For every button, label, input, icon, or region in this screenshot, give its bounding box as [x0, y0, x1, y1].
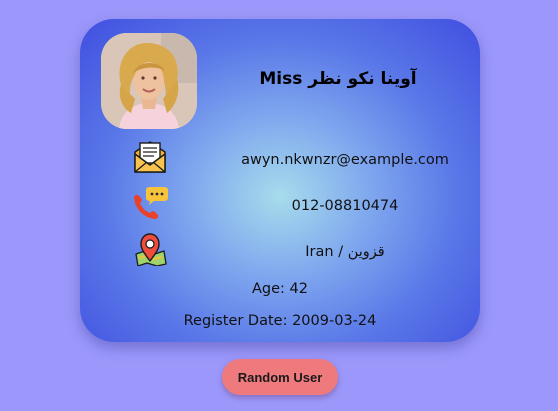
avatar	[101, 33, 197, 129]
envelope-letter-icon	[130, 140, 170, 174]
register-date-text: Register Date: 2009-03-24	[183, 313, 377, 329]
user-card: Miss آوینا نکو نظر awyn.nkwnzr@example.c…	[80, 19, 480, 342]
location-text: Iran / قزوین	[305, 244, 385, 260]
map-pin-icon	[130, 232, 170, 266]
avatar-photo	[101, 33, 197, 129]
user-name: Miss آوینا نکو نظر	[259, 69, 417, 89]
phone-chat-icon	[130, 186, 170, 220]
age-text: Age: 42	[252, 281, 308, 297]
email-text: awyn.nkwnzr@example.com	[241, 152, 449, 168]
phone-text: 012-08810474	[291, 198, 399, 214]
random-user-button[interactable]: Random User	[222, 359, 338, 395]
